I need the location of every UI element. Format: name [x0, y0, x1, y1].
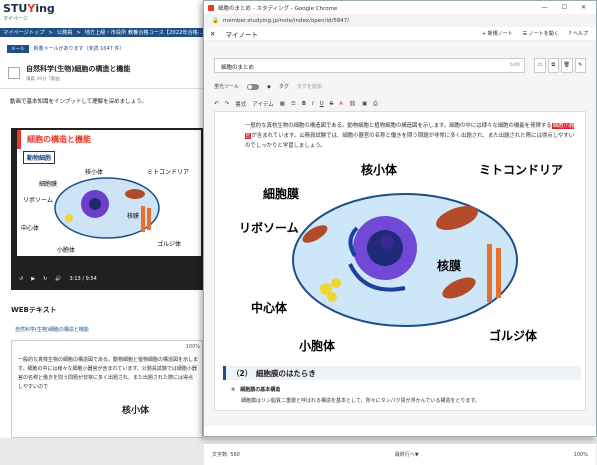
label-centrosome: 中心体 [251, 300, 288, 315]
subsection-text: 細胞膜はリン脂質二重層と呼ばれる構造を基本として、所々にタンパク質が浮かんでいる… [241, 398, 480, 404]
label-mitochondria: ミトコンドリア [479, 163, 563, 177]
underline-icon[interactable]: U [320, 101, 324, 107]
video-player[interactable]: 細胞の構造と機能 動物細胞 核小体 ミトコンドリア 細胞膜 リボソーム 核膜 中… [11, 128, 203, 290]
minimize-icon[interactable]: — [542, 4, 548, 11]
studying-favicon-icon [208, 4, 214, 11]
tag-input[interactable]: タグを追加 [297, 83, 322, 90]
image-icon[interactable]: ▣ [362, 101, 367, 107]
label-cell-membrane: 細胞膜 [263, 186, 299, 201]
breadcrumb-item[interactable]: 地方上級・市役所 教養合格コース【2022年合格... [85, 29, 203, 36]
item-dropdown[interactable]: アイテム [252, 100, 273, 108]
note-editor[interactable]: 一般的な真核生物の細胞の構造図である。動物細胞と植物細胞の構造図を示します。細胞… [214, 111, 586, 411]
subsection-heading: ① 細胞膜の基本構造 [231, 387, 281, 393]
window-titlebar[interactable]: 細胞のまとめ - スタディング - Google Chrome — ☐ ✕ [204, 1, 596, 14]
label-ribosome: リボソーム [239, 220, 299, 235]
edit-icon[interactable]: ✎ [574, 58, 586, 73]
web-text-title: 核小体 [122, 406, 150, 416]
lock-icon: 🔒 [212, 17, 219, 24]
web-zoom[interactable]: 100% [186, 344, 200, 350]
new-note-button[interactable]: + 新規ノート [482, 30, 513, 37]
slide-label: 中心体 [21, 224, 39, 232]
breadcrumb-item[interactable]: マイページトップ [3, 29, 44, 36]
web-text-link[interactable]: 自然科学(生物)細胞の構造と機能 [15, 326, 89, 333]
cell-diagram: 核小体 ミトコンドリア 細胞膜 リボソーム 核膜 中心体 小胞体 ゴルジ体 [239, 162, 563, 353]
link-icon[interactable]: ⛓ [349, 101, 356, 107]
open-note-button[interactable]: ☰ ノートを開く [523, 30, 559, 37]
lesson-title: 自然科学(生物)細胞の構造と機能 [26, 65, 131, 73]
window-title: 細胞のまとめ - スタディング - Google Chrome [218, 5, 338, 12]
editor-toolbar: ↶ ↷ 書式 アイテム ▦ ☰ B I U S A ⛓ ▣ ⎙ [214, 98, 586, 110]
breadcrumb-item[interactable]: 公務員 [57, 29, 73, 36]
web-text-heading: WEBテキスト [11, 306, 57, 314]
label-nuclear-envelope: 核膜 [437, 258, 461, 273]
web-text-viewer[interactable]: 100% 一般的な真核生物の細胞の構造図である。動物細胞と植物細胞の構造図を示し… [11, 340, 203, 438]
table-icon[interactable]: ▦ [280, 101, 285, 107]
tag-row: 蛍光ツール ◆ タグ タグを追加 [214, 83, 322, 90]
style-dropdown[interactable]: 書式 [235, 100, 246, 108]
mail-badge: メール [7, 44, 29, 53]
play-icon[interactable]: ▶ [31, 276, 35, 282]
slide-label: ゴルジ体 [157, 240, 181, 248]
redo-icon[interactable]: ↷ [225, 101, 230, 107]
note-header: ✕ マイノート + 新規ノート ☰ ノートを開く ? ヘルプ [204, 27, 596, 41]
list-icon[interactable] [8, 67, 20, 79]
address-bar[interactable]: 🔒 member.studying.jp/note/index/open/id/… [204, 14, 596, 27]
marker-toggle[interactable] [247, 83, 260, 90]
rewind-icon[interactable]: ↺ [19, 276, 23, 282]
marker-tool-label: 蛍光ツール [214, 84, 240, 90]
zoom-level[interactable]: 100% [574, 452, 588, 458]
video-time: 3:13 / 9:54 [69, 276, 97, 282]
print-icon[interactable]: ⎙ [373, 101, 377, 108]
copy-icon[interactable]: ⧉ [547, 58, 559, 73]
note-header-label: マイノート [225, 30, 258, 39]
folder-icon[interactable]: ▭ [534, 58, 546, 73]
mail-text[interactable]: 新着メールがあります（未読 1647 件） [34, 45, 125, 52]
slide-cell-diagram: 核小体 ミトコンドリア 細胞膜 リボソーム 核膜 中心体 小胞体 ゴルジ体 [21, 168, 189, 254]
studying-logo[interactable]: STUYing マイページ [3, 3, 55, 22]
close-note-icon[interactable]: ✕ [210, 30, 215, 38]
maximize-icon[interactable]: ☐ [562, 4, 567, 11]
lesson-meta: 講義 49分 7動画 [26, 77, 60, 82]
slide-label: 核膜 [127, 212, 139, 220]
label-golgi: ゴルジ体 [489, 328, 538, 343]
trash-icon[interactable]: 🗑 [561, 58, 573, 73]
note-paragraph: 一般的な真核生物の細胞の構造図である。動物細胞と植物細胞の構造図を示します。細胞… [245, 123, 575, 149]
label-nucleolus: 核小体 [361, 162, 398, 177]
volume-icon[interactable]: 🔊 [55, 276, 61, 282]
jump-to-bottom-button[interactable]: 最終行へ▼ [395, 451, 419, 458]
url-text[interactable]: member.studying.jp/note/index/open/id/58… [223, 18, 349, 24]
undo-icon[interactable]: ↶ [214, 101, 219, 107]
italic-icon[interactable]: I [312, 101, 314, 107]
note-title-input[interactable]: 細胞のまとめ 5/40 [214, 58, 525, 73]
note-actions: ▭ ⧉ 🗑 ✎ [534, 58, 586, 73]
logo-subtitle: マイページ [3, 16, 28, 22]
label-er: 小胞体 [299, 338, 336, 353]
section-heading: （2） 細胞膜のはたらき [223, 366, 581, 380]
video-slide: 細胞の構造と機能 動物細胞 核小体 ミトコンドリア 細胞膜 リボソーム 核膜 中… [17, 130, 201, 256]
help-button[interactable]: ? ヘルプ [569, 30, 588, 37]
close-icon[interactable]: ✕ [581, 4, 586, 11]
forward-icon[interactable]: ↻ [43, 276, 47, 282]
bold-icon[interactable]: B [302, 101, 306, 107]
font-color-icon[interactable]: A [339, 101, 343, 107]
slide-label: 小胞体 [57, 246, 75, 254]
note-body: 細胞のまとめ 5/40 ▭ ⧉ 🗑 ✎ 蛍光ツール ◆ タグ タグを追加 ↶ ↷… [204, 41, 596, 465]
slide-label: 核小体 [85, 168, 103, 176]
tag-icon: ◆ [267, 83, 271, 90]
list-icon[interactable]: ☰ [291, 101, 296, 107]
title-count: 5/40 [509, 63, 520, 68]
char-count: 文字数: 560 [212, 452, 240, 458]
video-controls: ↺ ▶ ↻ 🔊 3:13 / 9:54 [11, 268, 203, 290]
slide-heading: 細胞の構造と機能 [17, 130, 201, 149]
slide-label: ミトコンドリア [147, 169, 189, 176]
slide-label: リボソーム [23, 196, 53, 204]
slide-label: 細胞膜 [39, 180, 57, 188]
note-window: 細胞のまとめ - スタディング - Google Chrome — ☐ ✕ 🔒 … [203, 0, 597, 465]
strike-icon[interactable]: S [330, 101, 334, 107]
web-text-body: 一般的な真核生物の細胞の構造図である。動物細胞と植物細胞の構造図を示します。細胞… [18, 357, 198, 390]
status-bar: 文字数: 560 最終行へ▼ 100% [204, 443, 596, 465]
tag-label: タグ [278, 84, 289, 90]
